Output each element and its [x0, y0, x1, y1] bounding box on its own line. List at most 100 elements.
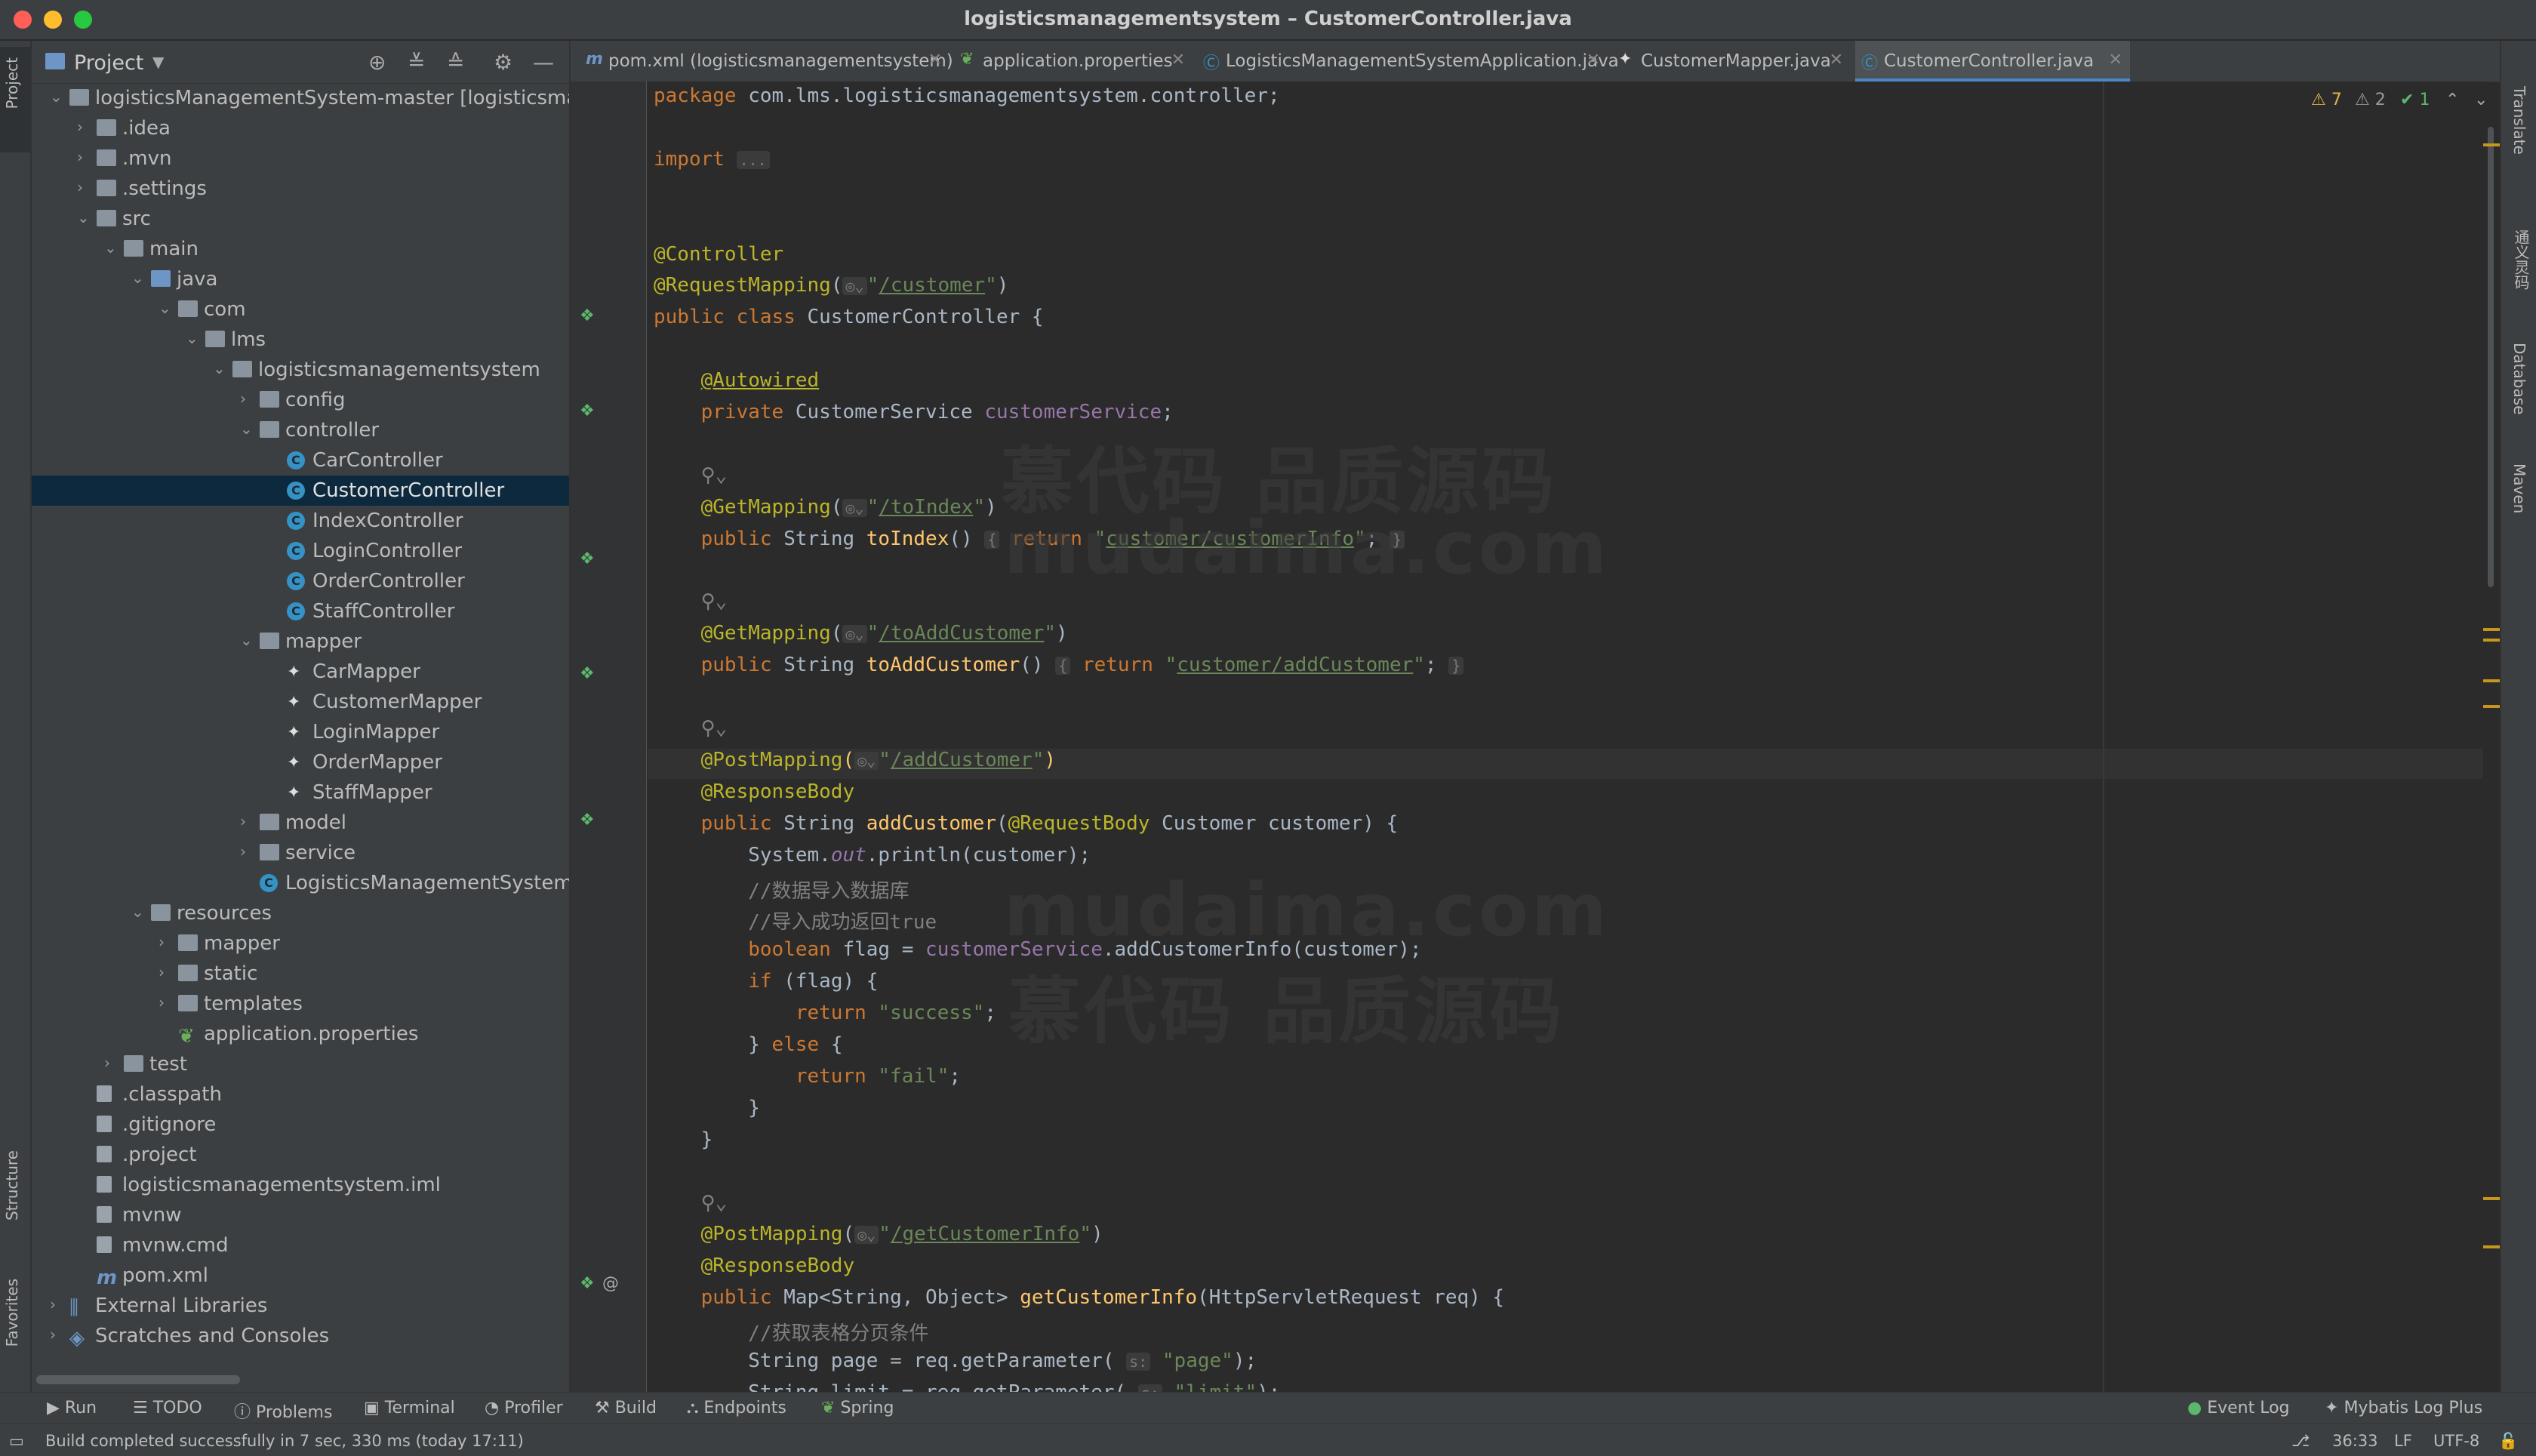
spring-tool-button[interactable]: ❦ Spring	[821, 1399, 894, 1418]
terminal-tool-button[interactable]: ▣ Terminal	[364, 1399, 455, 1418]
problems-tool-button[interactable]: ⓘ Problems	[234, 1399, 332, 1423]
tree-item[interactable]: C LoginController	[32, 536, 569, 566]
hide-panel-icon[interactable]: —	[533, 50, 554, 75]
tree-item[interactable]: ❦ application.properties	[32, 1019, 569, 1049]
bean-icon[interactable]: ❖	[580, 306, 595, 325]
structure-tool-button[interactable]: Structure	[3, 1150, 21, 1221]
tree-item[interactable]: › .mvn	[32, 143, 569, 174]
tree-item[interactable]: ✦ CarMapper	[32, 657, 569, 687]
chevron-down-icon[interactable]: ⌄	[131, 269, 146, 287]
tree-item[interactable]: › model	[32, 808, 569, 838]
chevron-down-icon[interactable]: ⌄	[50, 88, 65, 106]
editor-tab[interactable]: m pom.xml (logisticsmanagementsystem) ✕	[580, 41, 953, 82]
tree-item[interactable]: ⌄ logisticsManagementSystem-master [logis…	[32, 83, 569, 113]
tree-item[interactable]: .gitignore	[32, 1110, 569, 1140]
maven-tool-button[interactable]: Maven	[2510, 463, 2528, 513]
inspection-weak-warnings[interactable]: ⚠ 2	[2355, 91, 2386, 109]
mybatis-log-button[interactable]: ✦ Mybatis Log Plus	[2325, 1399, 2482, 1418]
database-tool-button[interactable]: Database	[2510, 343, 2528, 414]
chevron-right-icon[interactable]: ›	[77, 178, 92, 196]
chevron-right-icon[interactable]: ›	[77, 118, 92, 136]
profiler-tool-button[interactable]: ◔ Profiler	[485, 1399, 563, 1418]
tree-item[interactable]: C StaffController	[32, 596, 569, 626]
chevron-right-icon[interactable]: ›	[104, 1054, 119, 1072]
tree-item[interactable]: C CustomerController	[32, 476, 569, 506]
tree-item[interactable]: ⌄ resources	[32, 898, 569, 928]
tree-item[interactable]: ✦ OrderMapper	[32, 747, 569, 777]
status-message[interactable]: Build completed successfully in 7 sec, 3…	[45, 1432, 524, 1450]
tree-item[interactable]: ✦ LoginMapper	[32, 717, 569, 747]
tongyi-tool-button[interactable]: 通义灵码	[2510, 229, 2532, 290]
chevron-right-icon[interactable]: ›	[158, 993, 174, 1011]
close-icon[interactable]: ✕	[928, 51, 942, 69]
editor-tab[interactable]: ✦ CustomerMapper.java ✕	[1612, 41, 1851, 82]
expand-all-icon[interactable]: ≚	[408, 50, 425, 75]
endpoint-icon[interactable]: ❖	[580, 549, 595, 568]
tree-item[interactable]: mvnw.cmd	[32, 1230, 569, 1261]
line-separator[interactable]: LF	[2394, 1432, 2412, 1450]
tree-item[interactable]: › templates	[32, 989, 569, 1019]
tree-item[interactable]: ⌄ logisticsmanagementsystem	[32, 355, 569, 385]
editor-scrollbar-thumb[interactable]	[2488, 127, 2494, 587]
tree-item[interactable]: ⌄ main	[32, 234, 569, 264]
tree-item[interactable]: C LogisticsManagementSystemA	[32, 868, 569, 898]
chevron-down-icon[interactable]: ⌄	[158, 299, 174, 317]
run-tool-button[interactable]: ▶ Run	[47, 1399, 97, 1418]
editor-tab[interactable]: Ⓒ LogisticsManagementSystemApplication.ja…	[1197, 41, 1619, 82]
chevron-right-icon[interactable]: ›	[50, 1295, 65, 1313]
locate-file-icon[interactable]: ⊕	[368, 50, 386, 75]
tree-item[interactable]: C CarController	[32, 445, 569, 476]
tree-item[interactable]: › .settings	[32, 174, 569, 204]
next-highlight-icon[interactable]: ⌄	[2474, 91, 2488, 109]
bean-icon[interactable]: ❖	[580, 402, 595, 420]
chevron-down-icon[interactable]: ⌄	[77, 208, 92, 226]
at-icon[interactable]: @	[602, 1274, 619, 1293]
file-encoding[interactable]: UTF-8	[2433, 1432, 2479, 1450]
chevron-right-icon[interactable]: ›	[77, 148, 92, 166]
caret-position[interactable]: 36:33	[2332, 1432, 2378, 1450]
editor-tab[interactable]: Ⓒ CustomerController.java ✕	[1855, 41, 2130, 82]
collapse-all-icon[interactable]: ≙	[447, 50, 464, 75]
tree-item[interactable]: .project	[32, 1140, 569, 1170]
tree-item[interactable]: › .idea	[32, 113, 569, 143]
tree-horizontal-scrollbar[interactable]	[36, 1375, 240, 1384]
chevron-down-icon[interactable]: ⌄	[213, 359, 228, 377]
editor-tab[interactable]: ❦ application.properties ✕	[954, 41, 1193, 82]
tree-item[interactable]: ✦ StaffMapper	[32, 777, 569, 808]
gear-icon[interactable]: ⚙	[494, 50, 512, 75]
editor-gutter[interactable]: ❖ ❖ ❖ ❖ ❖ ❖ @ 💡	[571, 82, 685, 1392]
chevron-right-icon[interactable]: ›	[240, 389, 255, 408]
chevron-right-icon[interactable]: ›	[240, 842, 255, 860]
lock-icon[interactable]: 🔓	[2498, 1432, 2518, 1451]
close-icon[interactable]: ✕	[1171, 51, 1185, 69]
tree-item[interactable]: C OrderController	[32, 566, 569, 596]
tree-item[interactable]: ⌄ lms	[32, 325, 569, 355]
tree-item[interactable]: › test	[32, 1049, 569, 1079]
code-editor[interactable]: package com.lms.logisticsmanagementsyste…	[648, 82, 2483, 1404]
project-view-selector[interactable]: Project	[74, 51, 143, 75]
endpoint-icon[interactable]: ❖	[580, 1274, 595, 1293]
tree-item[interactable]: › config	[32, 385, 569, 415]
build-tool-button[interactable]: ⚒ Build	[595, 1399, 657, 1418]
chevron-down-icon[interactable]: ⌄	[186, 329, 201, 347]
tree-item[interactable]: › ⫼ External Libraries	[32, 1291, 569, 1321]
todo-tool-button[interactable]: ☰ TODO	[133, 1399, 202, 1418]
chevron-down-icon[interactable]: ⌄	[240, 420, 255, 438]
tree-item[interactable]: .classpath	[32, 1079, 569, 1110]
chevron-down-icon[interactable]: ▼	[152, 53, 164, 71]
translate-tool-button[interactable]: Translate	[2510, 86, 2528, 155]
chevron-down-icon[interactable]: ⌄	[240, 631, 255, 649]
tree-item[interactable]: › ◈ Scratches and Consoles	[32, 1321, 569, 1351]
tree-item[interactable]: ⌄ java	[32, 264, 569, 294]
previous-highlight-icon[interactable]: ⌃	[2445, 91, 2459, 109]
layout-icon[interactable]: ▭	[9, 1432, 24, 1450]
chevron-down-icon[interactable]: ⌄	[104, 239, 119, 257]
inspection-ok[interactable]: ✔ 1	[2400, 91, 2430, 109]
tree-item[interactable]: logisticsmanagementsystem.iml	[32, 1170, 569, 1200]
tree-item[interactable]: ✦ CustomerMapper	[32, 687, 569, 717]
close-icon[interactable]: ✕	[2109, 51, 2122, 69]
tree-item[interactable]: ⌄ src	[32, 204, 569, 234]
tree-item[interactable]: C IndexController	[32, 506, 569, 536]
chevron-right-icon[interactable]: ›	[240, 812, 255, 830]
close-icon[interactable]: ✕	[1587, 51, 1600, 69]
